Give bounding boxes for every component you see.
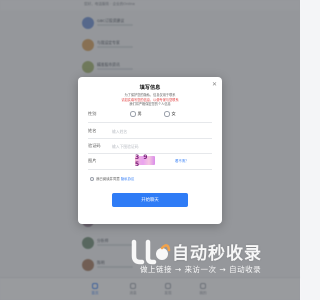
- watermark: 自动秒收录 做上链接 → 来访一次 → 自动收录: [128, 238, 290, 282]
- watermark-logo-icon: [131, 239, 171, 265]
- divider: [88, 138, 212, 139]
- gender-female-radio[interactable]: 女: [164, 111, 176, 117]
- radio-circle-icon: [130, 111, 136, 117]
- modal-title: 填写信息: [139, 85, 161, 91]
- gender-label: 性别: [88, 111, 97, 116]
- gender-male-radio[interactable]: 男: [130, 111, 142, 117]
- agreement-checkbox[interactable]: [90, 176, 94, 181]
- name-input[interactable]: [112, 127, 202, 135]
- captcha-refresh-link[interactable]: 看不清？: [175, 158, 189, 163]
- agreement-text: 我已阅读并同意: [96, 177, 120, 181]
- start-chat-button[interactable]: 开始聊天: [112, 193, 188, 207]
- privacy-link[interactable]: 隐私协议: [121, 176, 135, 181]
- divider: [88, 122, 212, 123]
- name-label: 姓名: [88, 128, 97, 133]
- divider: [88, 169, 212, 170]
- close-icon[interactable]: ✕: [212, 81, 217, 88]
- captcha-label: 图片: [88, 158, 97, 163]
- code-label: 验证码: [88, 143, 101, 148]
- agreement-row: 我已阅读并同意 隐私协议: [90, 176, 134, 181]
- watermark-title: 自动秒收录: [172, 244, 262, 264]
- code-input[interactable]: [112, 142, 202, 150]
- captcha-image[interactable]: 3 9 5: [135, 154, 155, 168]
- info-modal: 填写信息 ✕ 为了保护您的隐私，信息仅用于联系 请如实填写您的信息，以便专家与您…: [78, 77, 222, 224]
- watermark-subtitle: 做上链接 → 来访一次 → 自动收录: [140, 265, 262, 274]
- notice-line-3: 我们将严格保密您的个人信息: [129, 102, 171, 106]
- radio-circle-icon: [164, 111, 170, 117]
